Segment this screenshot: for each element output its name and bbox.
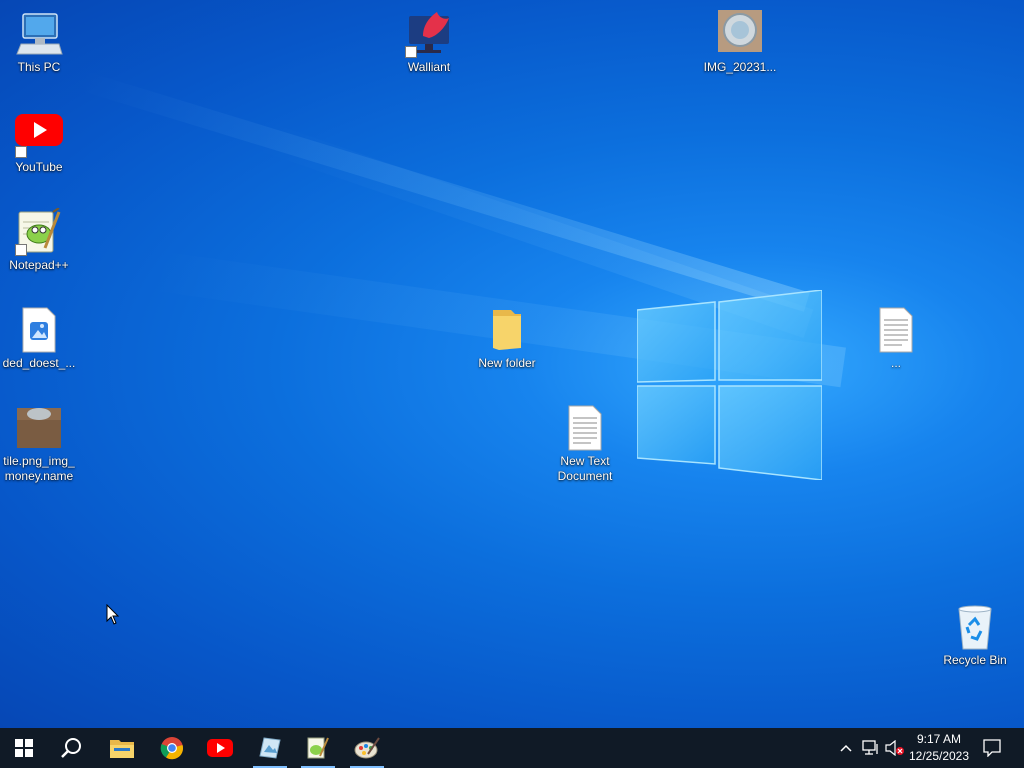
desktop-icon-youtube[interactable]: YouTube — [0, 110, 78, 175]
tray-show-hidden-icons[interactable] — [836, 728, 856, 768]
image-viewer-icon — [259, 737, 281, 759]
notification-icon — [983, 739, 1001, 757]
desktop-icon-label: Recycle Bin — [943, 653, 1007, 667]
desktop-icon-label: tile.png_img_money.name — [3, 454, 75, 483]
desktop[interactable]: This PC YouTube Notepad++ ded_doest_... … — [0, 0, 1024, 728]
desktop-icon-label: Notepad++ — [9, 258, 69, 272]
desktop-icon-tile-png[interactable]: tile.png_img_money.name — [0, 404, 78, 484]
desktop-icon-label: ... — [890, 356, 901, 370]
desktop-icon-label: Walliant — [407, 60, 451, 74]
notepadpp-icon — [307, 737, 329, 759]
desktop-icon-label: YouTube — [15, 160, 63, 174]
text-file-icon — [872, 306, 920, 354]
desktop-icon-walliant[interactable]: Walliant — [390, 10, 468, 75]
desktop-icon-new-folder[interactable]: New folder — [468, 306, 546, 371]
desktop-icon-label: IMG_20231... — [703, 60, 777, 74]
taskbar-image-viewer[interactable] — [246, 728, 294, 768]
computer-icon — [15, 10, 63, 58]
desktop-icon-label: New folder — [478, 356, 536, 370]
action-center-button[interactable] — [978, 728, 1006, 768]
taskbar-clock[interactable]: 9:17 AM 12/25/2023 — [900, 731, 978, 765]
chrome-icon — [160, 737, 184, 760]
windows-start-icon — [15, 739, 33, 757]
desktop-icon-label: New Text Document — [557, 454, 613, 483]
desktop-icon-recycle-bin[interactable]: Recycle Bin — [936, 603, 1014, 668]
tray-network[interactable] — [860, 728, 882, 768]
clock-date: 12/25/2023 — [908, 749, 970, 763]
shortcut-arrow-icon — [405, 46, 417, 58]
search-icon — [61, 738, 81, 758]
image-thumbnail-icon — [716, 10, 764, 58]
taskbar-chrome[interactable] — [148, 728, 196, 768]
taskbar-youtube[interactable] — [196, 728, 244, 768]
taskbar-file-explorer[interactable] — [98, 728, 146, 768]
folder-icon — [483, 306, 531, 354]
file-explorer-icon — [110, 740, 134, 758]
search-button[interactable] — [48, 728, 96, 768]
walliant-icon — [405, 10, 453, 58]
desktop-icon-label: This PC — [17, 60, 61, 74]
taskbar: 9:17 AM 12/25/2023 — [0, 728, 1024, 768]
desktop-icon-unnamed-file[interactable]: ... — [857, 306, 935, 371]
chevron-up-icon — [840, 744, 852, 752]
taskbar-notepadpp[interactable] — [294, 728, 342, 768]
paint-icon — [354, 737, 380, 759]
notepadpp-icon — [15, 207, 63, 256]
taskbar-paint[interactable] — [343, 728, 391, 768]
windows-wallpaper-logo — [637, 290, 822, 480]
clock-time: 9:17 AM — [916, 732, 962, 746]
desktop-icon-ded-doest[interactable]: ded_doest_... — [0, 306, 78, 371]
desktop-icon-notepadpp[interactable]: Notepad++ — [0, 207, 78, 273]
mouse-cursor-icon — [106, 604, 120, 625]
shortcut-arrow-icon — [15, 146, 27, 158]
network-icon — [862, 740, 878, 755]
youtube-icon — [15, 110, 63, 158]
start-button[interactable] — [0, 728, 48, 768]
recycle-bin-icon — [951, 603, 999, 651]
desktop-icon-label: ded_doest_... — [2, 356, 76, 370]
desktop-icon-this-pc[interactable]: This PC — [0, 10, 78, 75]
text-file-icon — [561, 404, 609, 452]
image-file-icon — [15, 306, 63, 354]
image-thumbnail-icon — [15, 404, 63, 452]
desktop-icon-new-text-document[interactable]: New Text Document — [546, 404, 624, 484]
shortcut-arrow-icon — [15, 244, 27, 256]
youtube-icon — [207, 739, 233, 757]
desktop-icon-img-20231[interactable]: IMG_20231... — [701, 10, 779, 75]
